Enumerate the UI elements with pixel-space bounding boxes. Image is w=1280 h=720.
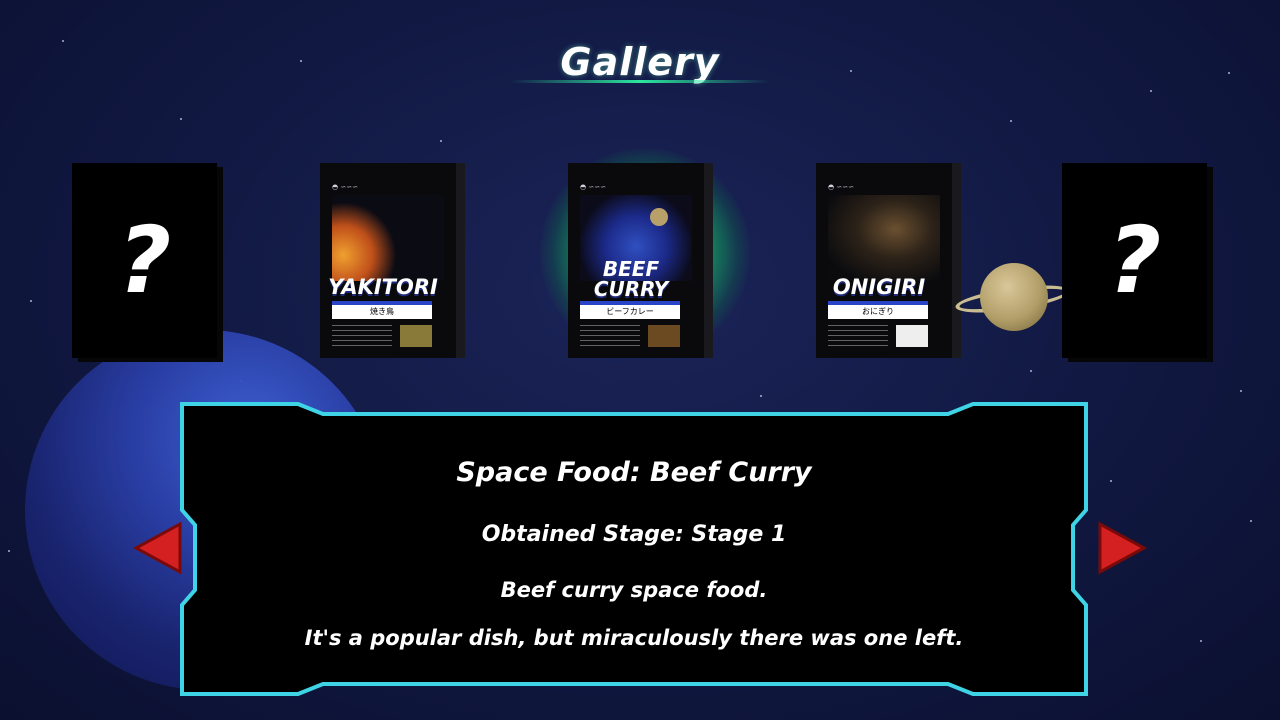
item-description-line2: It's a popular dish, but miraculously th… [304, 626, 964, 650]
gallery-card-beef-curry[interactable]: ◓ ∽∽∽ BEEF CURRY ビーフカレー [568, 163, 713, 358]
card-fineprint [332, 325, 392, 347]
arrow-right-icon [1098, 521, 1148, 575]
gallery-card-onigiri[interactable]: ◓ ∽∽∽ ONIGIRI おにぎり [816, 163, 961, 358]
gallery-card-yakitori[interactable]: ◓ ∽∽∽ YAKITORI 焼き鳥 [320, 163, 465, 358]
next-button[interactable] [1092, 520, 1152, 576]
card-art [332, 195, 444, 281]
card-name-line1: BEEF [602, 257, 660, 281]
food-thumbnail [648, 325, 680, 347]
panel-frame [180, 402, 1088, 696]
food-thumbnail [400, 325, 432, 347]
item-title: Space Food: Beef Curry [456, 457, 812, 488]
card-name: BEEF CURRY [576, 259, 686, 299]
gallery-card-locked-1[interactable]: ? [72, 163, 217, 358]
card-fineprint [828, 325, 888, 347]
card-subtitle: 焼き鳥 [332, 305, 432, 319]
card-name: ONIGIRI [832, 275, 926, 299]
card-art [828, 195, 940, 281]
title-underline [510, 80, 770, 83]
saturn-icon [650, 208, 668, 226]
screen-title: Gallery [510, 40, 770, 95]
item-stage: Obtained Stage: Stage 1 [481, 522, 787, 547]
brand-logo: ◓ ∽∽∽ [580, 183, 606, 191]
saturn-planet [980, 263, 1048, 331]
question-mark-icon: ? [1107, 207, 1162, 314]
card-fineprint [580, 325, 640, 347]
food-thumbnail [896, 325, 928, 347]
arrow-left-icon [132, 521, 182, 575]
card-name-line2: CURRY [593, 277, 669, 301]
card-subtitle: ビーフカレー [580, 305, 680, 319]
item-description-line1: Beef curry space food. [500, 578, 768, 602]
item-detail-panel: Space Food: Beef Curry Obtained Stage: S… [178, 400, 1090, 698]
card-name: YAKITORI [328, 275, 438, 299]
previous-button[interactable] [130, 520, 190, 576]
gallery-title: Gallery [560, 40, 720, 84]
card-subtitle: おにぎり [828, 305, 928, 319]
gallery-card-locked-2[interactable]: ? [1062, 163, 1207, 358]
brand-logo: ◓ ∽∽∽ [828, 183, 854, 191]
question-mark-icon: ? [117, 207, 172, 314]
brand-logo: ◓ ∽∽∽ [332, 183, 358, 191]
